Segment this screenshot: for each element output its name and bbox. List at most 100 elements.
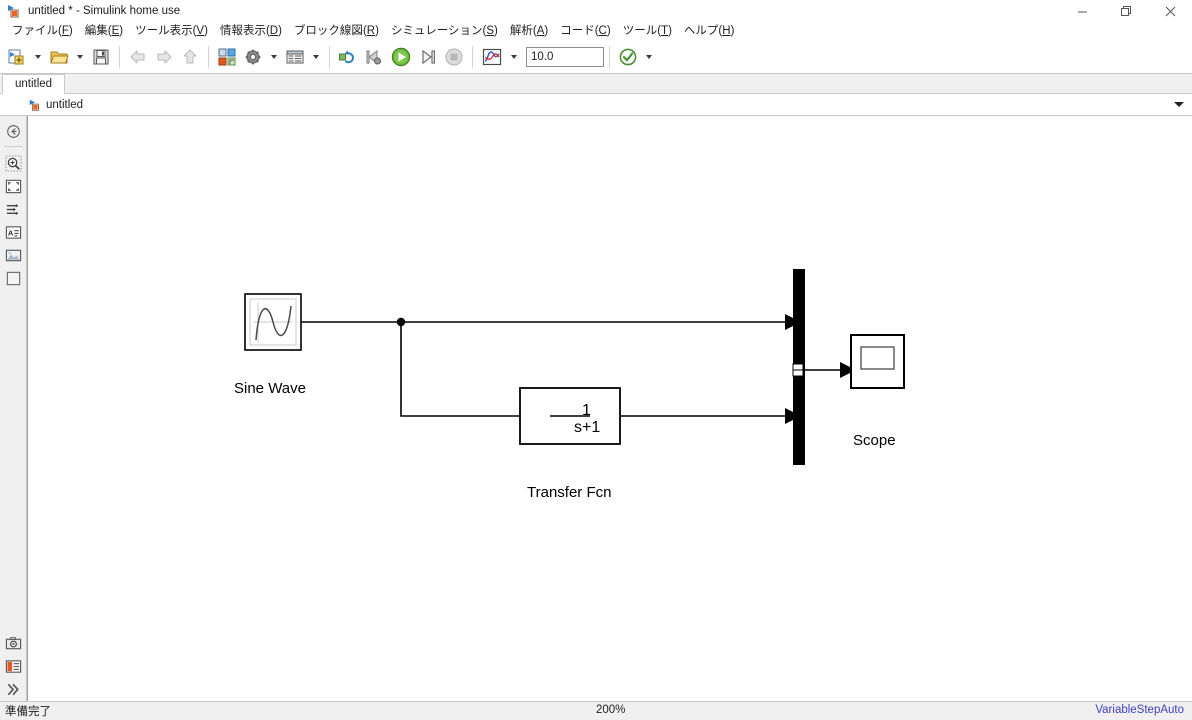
new-model-button[interactable] bbox=[4, 43, 30, 71]
menu-simulation-accel: S bbox=[486, 25, 494, 37]
forward-button[interactable] bbox=[151, 43, 177, 71]
workspace: A Sine Wave 1 s+1 Transfer Fcn Scope bbox=[0, 116, 1192, 701]
run-button[interactable] bbox=[387, 43, 415, 71]
menu-tools-label: ツール bbox=[622, 25, 658, 37]
solver-status[interactable]: VariableStepAuto bbox=[1095, 704, 1184, 716]
model-tab-strip: untitled bbox=[0, 74, 1192, 94]
stop-button[interactable] bbox=[441, 43, 467, 71]
tab-untitled-label: untitled bbox=[15, 78, 53, 90]
menu-tools[interactable]: ツール(T) bbox=[617, 22, 678, 40]
sidebar-snapshot[interactable] bbox=[2, 632, 24, 654]
model-configuration-dropdown[interactable] bbox=[266, 43, 282, 71]
sidebar-zoom[interactable] bbox=[2, 152, 24, 174]
toolbar-separator bbox=[609, 45, 610, 68]
sidebar-image[interactable] bbox=[2, 244, 24, 266]
block-mux bbox=[792, 269, 805, 465]
open-model-button[interactable] bbox=[46, 43, 72, 71]
sidebar-fit-to-view[interactable] bbox=[2, 175, 24, 197]
library-browser-button[interactable] bbox=[214, 43, 240, 71]
menu-simulation[interactable]: シミュレーション(S) bbox=[385, 22, 504, 40]
block-sine-wave bbox=[244, 293, 302, 351]
sidebar-signal-routing[interactable] bbox=[2, 198, 24, 220]
canvas-toolstrip: A bbox=[0, 116, 27, 701]
minimize-button[interactable] bbox=[1060, 0, 1104, 22]
svg-text:A: A bbox=[7, 228, 13, 237]
block-sine-wave-label: Sine Wave bbox=[234, 380, 306, 397]
menu-display[interactable]: 情報表示(D) bbox=[214, 22, 288, 40]
chevron-down-icon bbox=[271, 54, 277, 59]
menu-code[interactable]: コード(C) bbox=[554, 22, 617, 40]
toolbar-separator bbox=[208, 45, 209, 68]
menu-file[interactable]: ファイル(F) bbox=[6, 22, 79, 40]
maximize-button[interactable] bbox=[1104, 0, 1148, 22]
menu-file-label: ファイル bbox=[12, 25, 58, 37]
menu-edit[interactable]: 編集(E) bbox=[79, 22, 129, 40]
model-explorer-button[interactable] bbox=[282, 43, 308, 71]
menu-code-label: コード bbox=[560, 25, 595, 37]
menu-help[interactable]: ヘルプ(H) bbox=[678, 22, 741, 40]
chevron-down-icon[interactable] bbox=[1174, 102, 1184, 107]
toolbar-separator bbox=[329, 45, 330, 68]
step-forward-button[interactable] bbox=[415, 43, 441, 71]
menu-tools-accel: T bbox=[661, 25, 669, 37]
chevron-down-icon bbox=[77, 54, 83, 59]
model-advisor-button[interactable] bbox=[615, 43, 641, 71]
menu-analysis-accel: A bbox=[536, 25, 545, 37]
sidebar-panels[interactable] bbox=[2, 655, 24, 677]
simulation-stop-time-input[interactable]: 10.0 bbox=[526, 46, 604, 67]
block-transfer-fcn bbox=[519, 387, 621, 445]
window-title: untitled * - Simulink home use bbox=[28, 5, 181, 17]
simulink-window: untitled * - Simulink home use ファイル(F) 編… bbox=[0, 0, 1192, 720]
block-transfer-fcn-label: Transfer Fcn bbox=[527, 484, 612, 501]
open-model-dropdown[interactable] bbox=[72, 43, 88, 71]
status-text: 準備完了 bbox=[5, 706, 51, 718]
zoom-level: 200% bbox=[596, 704, 626, 716]
menu-diagram[interactable]: ブロック線図(R) bbox=[288, 22, 385, 40]
breadcrumb: untitled bbox=[0, 94, 1192, 116]
menu-analysis[interactable]: 解析(A) bbox=[504, 22, 554, 40]
sidebar-area[interactable] bbox=[2, 267, 24, 289]
up-button[interactable] bbox=[177, 43, 203, 71]
sidebar-annotation[interactable]: A bbox=[2, 221, 24, 243]
toolbar-separator bbox=[472, 45, 473, 68]
menu-view[interactable]: ツール表示(V) bbox=[129, 22, 214, 40]
sidebar-expand[interactable] bbox=[2, 678, 24, 700]
model-explorer-dropdown[interactable] bbox=[308, 43, 324, 71]
main-toolbar: 10.0 bbox=[0, 40, 1192, 74]
window-controls bbox=[1060, 0, 1192, 22]
title-bar: untitled * - Simulink home use bbox=[0, 0, 1192, 22]
model-canvas[interactable]: Sine Wave 1 s+1 Transfer Fcn Scope bbox=[27, 116, 1192, 701]
model-configuration-button[interactable] bbox=[240, 43, 266, 71]
chevron-down-icon bbox=[646, 54, 652, 59]
menu-view-accel: V bbox=[196, 25, 205, 37]
signal-branch-point bbox=[396, 317, 406, 327]
transfer-fcn-numerator: 1 bbox=[582, 402, 591, 419]
chevron-down-icon bbox=[511, 54, 517, 59]
model-advisor-dropdown[interactable] bbox=[641, 43, 657, 71]
menu-display-label: 情報表示 bbox=[219, 25, 266, 37]
block-scope-label: Scope bbox=[853, 432, 896, 449]
tab-untitled[interactable]: untitled bbox=[2, 74, 66, 94]
menu-analysis-label: 解析 bbox=[509, 25, 533, 37]
menu-display-accel: D bbox=[269, 25, 279, 37]
menu-edit-label: 編集 bbox=[84, 25, 108, 37]
update-model-button[interactable] bbox=[335, 43, 361, 71]
sidebar-divider bbox=[3, 146, 23, 147]
back-button[interactable] bbox=[125, 43, 151, 71]
menu-simulation-label: シミュレーション bbox=[390, 25, 483, 37]
step-back-button[interactable] bbox=[361, 43, 387, 71]
diagram-svg bbox=[244, 269, 905, 465]
simulation-data-inspector-button[interactable] bbox=[478, 43, 506, 71]
menu-help-label: ヘルプ bbox=[683, 25, 719, 37]
menu-file-accel: F bbox=[61, 25, 69, 37]
breadcrumb-path[interactable]: untitled bbox=[46, 99, 83, 111]
menu-diagram-accel: R bbox=[366, 25, 376, 37]
close-button[interactable] bbox=[1148, 0, 1192, 22]
sidebar-navigate-back[interactable] bbox=[2, 120, 24, 142]
simulation-data-inspector-dropdown[interactable] bbox=[506, 43, 522, 71]
menu-edit-accel: E bbox=[111, 25, 120, 37]
block-diagram[interactable]: Sine Wave 1 s+1 Transfer Fcn Scope bbox=[28, 116, 1192, 701]
status-bar: 準備完了 200% VariableStepAuto bbox=[0, 701, 1192, 720]
save-button[interactable] bbox=[88, 43, 114, 71]
new-model-dropdown[interactable] bbox=[30, 43, 46, 71]
